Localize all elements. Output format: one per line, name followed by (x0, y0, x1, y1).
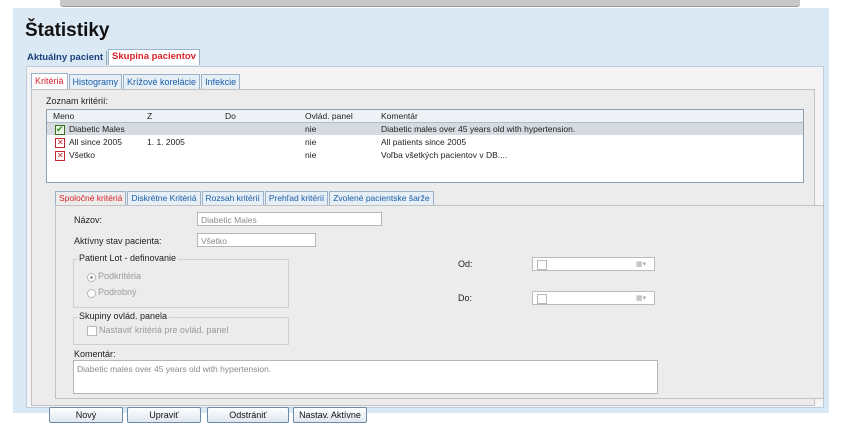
radio-subcriteria[interactable] (87, 273, 96, 282)
row-comment: Voľba všetkých pacientov v DB.... (381, 150, 508, 160)
tab-patient-group[interactable]: Skupina pacientov (108, 49, 200, 65)
from-date-picker[interactable]: ▦▾ (532, 257, 655, 271)
patient-tabs: Aktuálny pacient Skupina pacientov (24, 49, 201, 65)
patient-lot-group-title: Patient Lot - definovanie (77, 253, 179, 263)
statistics-tabs: Kritériá Histogramy Krížové korelácie In… (31, 73, 241, 89)
tab-range-criteria[interactable]: Rozsah kritérií (201, 191, 264, 205)
from-date-checkbox[interactable] (537, 260, 547, 270)
table-row[interactable]: Všetko nie Voľba všetkých pacientov v DB… (47, 149, 803, 162)
window-top-edge (60, 0, 800, 7)
tab-criteria-overview[interactable]: Prehľad kritérií (264, 191, 329, 205)
to-date-picker[interactable]: ▦▾ (532, 291, 655, 305)
table-row[interactable]: Diabetic Males nie Diabetic males over 4… (47, 123, 803, 135)
row-comment: All patients since 2005 (381, 137, 467, 147)
column-header-name[interactable]: Meno (53, 110, 74, 122)
cross-icon (55, 137, 65, 149)
criteria-table-header: Meno Z Do Ovlád. panel Komentár (47, 110, 803, 123)
criteria-detail-tabs: Spoločné kritériá Diskrétne Kritériá Roz… (55, 191, 435, 205)
dashboard-criteria-checkbox[interactable] (87, 326, 97, 336)
patient-lot-group (73, 259, 289, 308)
row-panel: nie (305, 150, 317, 160)
row-panel: nie (305, 124, 317, 134)
row-name: Diabetic Males (69, 124, 125, 134)
dashboard-criteria-label: Nastaviť kritériá pre ovlád. panel (99, 325, 229, 335)
comment-label: Komentár: (74, 349, 116, 359)
column-header-comment[interactable]: Komentár (381, 110, 418, 122)
column-header-panel[interactable]: Ovlád. panel (305, 110, 353, 122)
tab-common-criteria[interactable]: Spoločné kritériá (55, 191, 127, 205)
radio-detailed[interactable] (87, 289, 96, 298)
tab-cross-correlations[interactable]: Krížové korelácie (123, 74, 201, 89)
to-date-checkbox[interactable] (537, 294, 547, 304)
from-label: Od: (458, 259, 473, 269)
criteria-table: Meno Z Do Ovlád. panel Komentár Diabetic… (46, 109, 804, 183)
row-name: Všetko (69, 150, 95, 160)
row-panel: nie (305, 137, 317, 147)
calendar-dropdown-icon[interactable]: ▦▾ (636, 294, 650, 302)
radio-detailed-label: Podrobný (98, 287, 137, 297)
comment-field[interactable]: Diabetic males over 45 years old with hy… (73, 360, 658, 394)
criteria-list-label: Zoznam kritérií: (46, 96, 109, 106)
row-name: All since 2005 (69, 137, 122, 147)
row-from: 1. 1. 2005 (147, 137, 185, 147)
column-header-to[interactable]: Do (225, 110, 236, 122)
name-label: Názov: (74, 215, 103, 225)
tab-infections[interactable]: Infekcie (201, 74, 241, 89)
radio-subcriteria-label: Podkritéria (98, 271, 142, 281)
tab-selected-lots[interactable]: Zvolené pacientske šarže (329, 191, 434, 205)
table-row[interactable]: All since 2005 1. 1. 2005 nie All patien… (47, 136, 803, 149)
name-field[interactable]: Diabetic Males (197, 212, 382, 226)
row-comment: Diabetic males over 45 years old with hy… (381, 124, 576, 134)
page-title: Štatistiky (25, 20, 110, 41)
column-header-from[interactable]: Z (147, 110, 152, 122)
tab-current-patient[interactable]: Aktuálny pacient (24, 51, 108, 65)
cross-icon (55, 150, 65, 162)
tab-histograms[interactable]: Histogramy (68, 74, 123, 89)
patient-status-field[interactable]: Všetko (197, 233, 316, 247)
statistics-page: Štatistiky Aktuálny pacient Skupina paci… (13, 8, 829, 423)
tab-discrete-criteria[interactable]: Diskrétne Kritériá (127, 191, 201, 205)
common-criteria-panel: Názov: Diabetic Males Aktívny stav pacie… (55, 205, 824, 399)
calendar-dropdown-icon[interactable]: ▦▾ (636, 260, 650, 268)
tab-criteria[interactable]: Kritériá (31, 73, 68, 89)
panel-groups-title: Skupiny ovlád. panela (77, 311, 170, 321)
to-label: Do: (458, 293, 473, 303)
patient-status-label: Aktívny stav pacienta: (74, 236, 162, 246)
check-icon (55, 123, 65, 135)
